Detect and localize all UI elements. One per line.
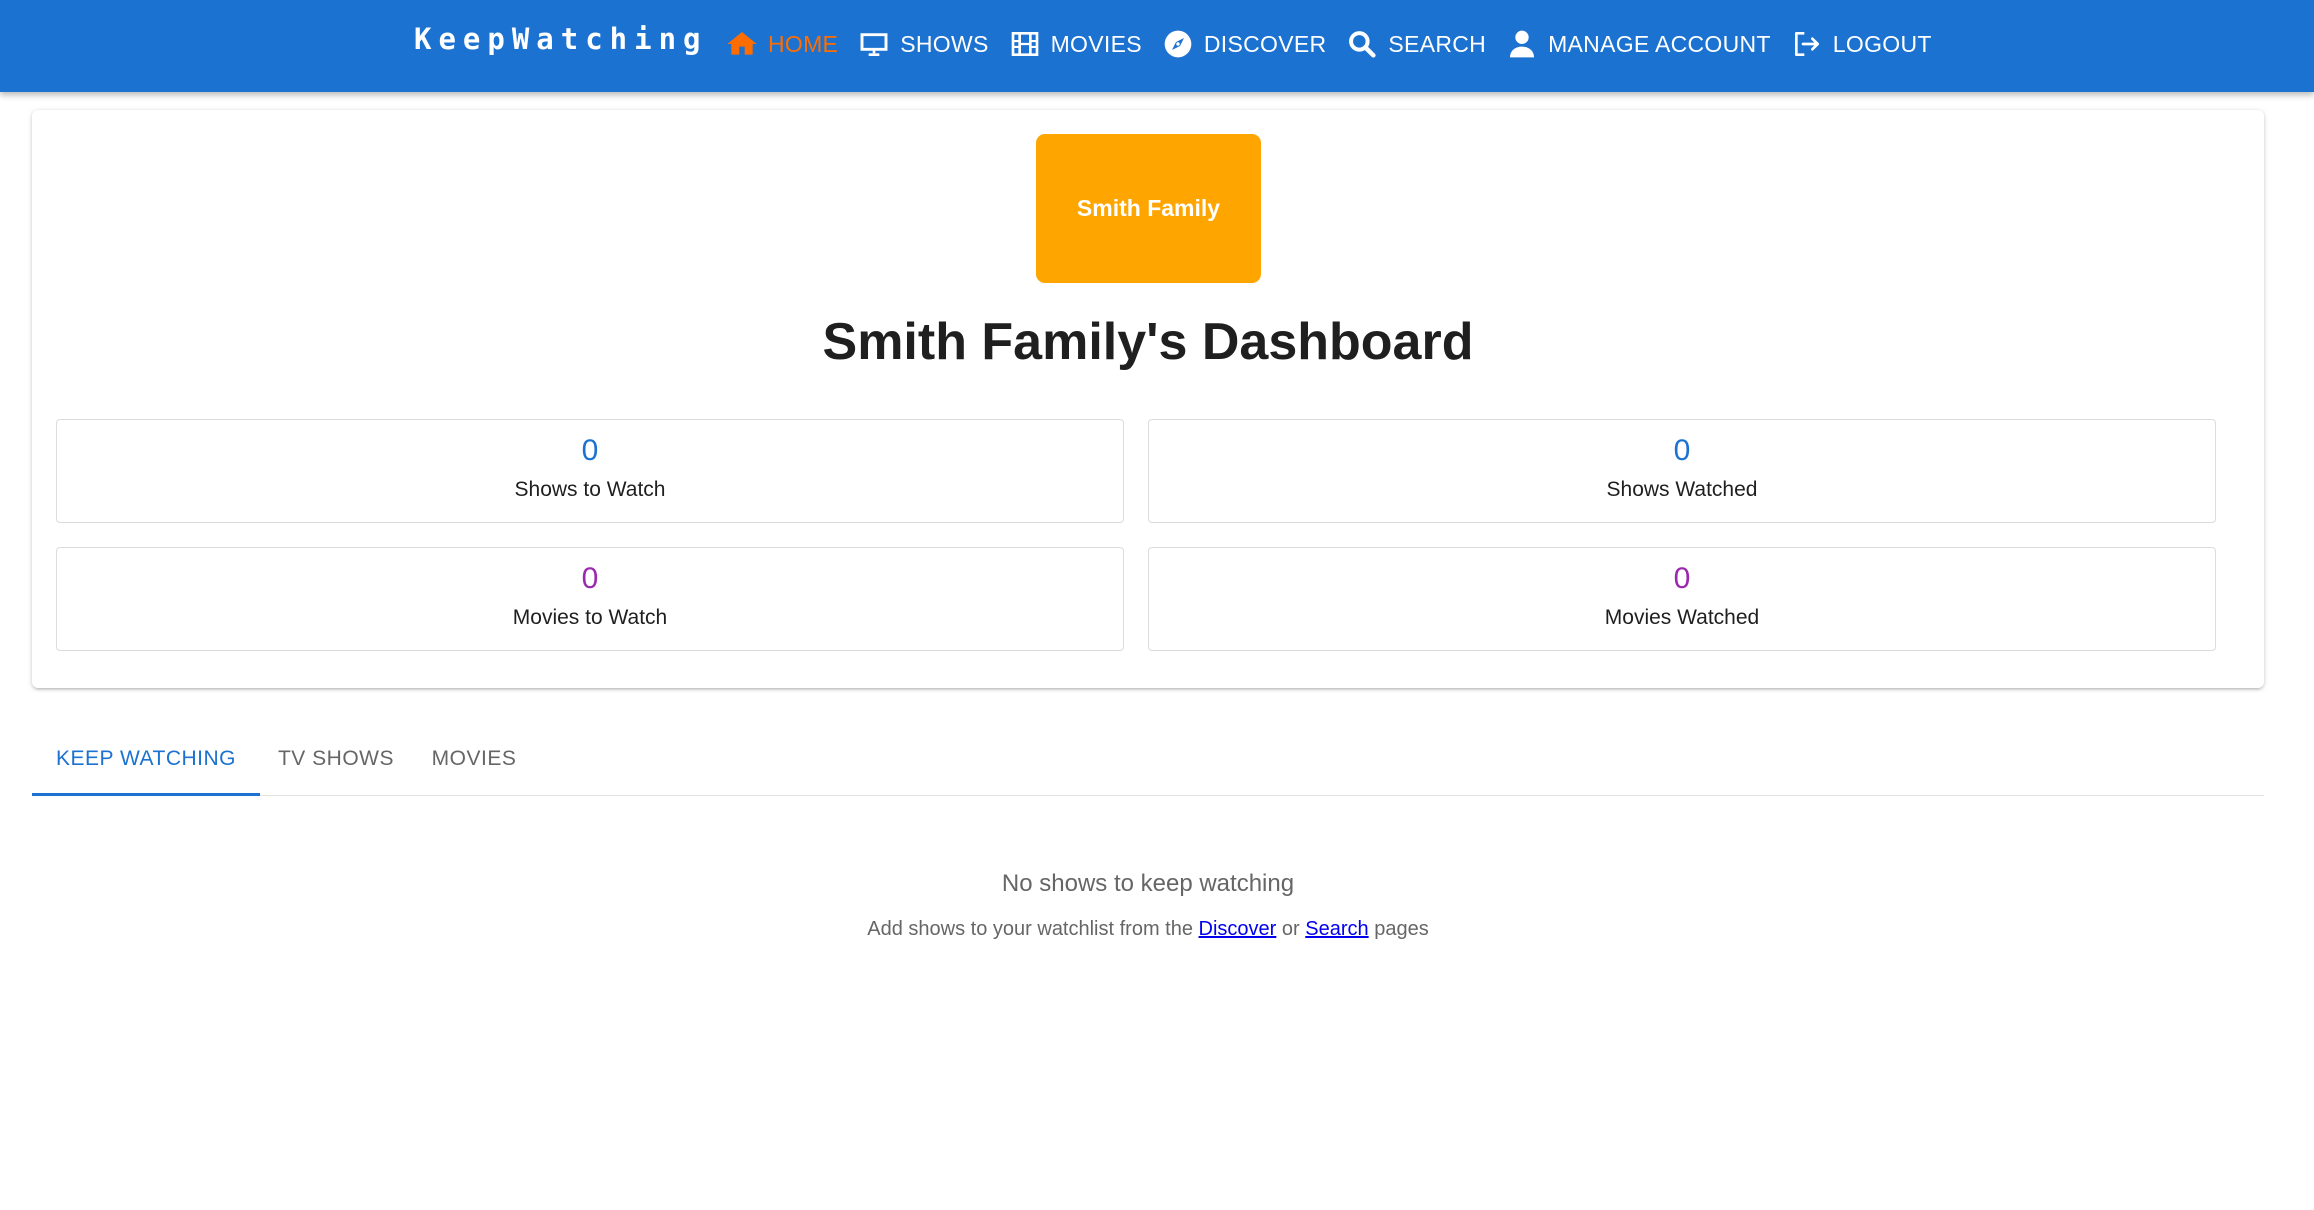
logout-icon bbox=[1791, 28, 1823, 60]
tab-movies[interactable]: MOVIES bbox=[412, 728, 536, 796]
tab-tv-shows[interactable]: TV SHOWS bbox=[260, 728, 412, 796]
nav-shows[interactable]: SHOWS bbox=[858, 28, 988, 60]
nav-home-label: HOME bbox=[768, 30, 839, 57]
stat-label: Movies to Watch bbox=[512, 606, 668, 629]
nav-search-label: SEARCH bbox=[1388, 30, 1487, 57]
nav-discover[interactable]: DISCOVER bbox=[1162, 28, 1327, 60]
stat-label: Shows Watched bbox=[1606, 478, 1758, 501]
compass-icon bbox=[1162, 28, 1194, 60]
tab-keep-watching[interactable]: KEEP WATCHING bbox=[32, 728, 260, 796]
stat-shows-to-watch[interactable]: 0 Shows to Watch bbox=[56, 419, 1124, 523]
search-icon bbox=[1346, 28, 1378, 60]
stat-shows-watched[interactable]: 0 Shows Watched bbox=[1148, 419, 2216, 523]
profile-name: Smith Family bbox=[1076, 195, 1221, 221]
person-icon bbox=[1506, 28, 1538, 60]
nav-home[interactable]: HOME bbox=[726, 28, 838, 60]
content-tabs: KEEP WATCHING TV SHOWS MOVIES bbox=[32, 728, 2264, 796]
main-nav: HOME SHOWS MOVIES DISCOVER SEARCH MANAGE… bbox=[726, 24, 1932, 64]
empty-state-suffix: pages bbox=[1374, 918, 1429, 940]
brand-logo[interactable]: KeepWatching bbox=[414, 22, 708, 56]
nav-logout[interactable]: LOGOUT bbox=[1791, 28, 1932, 60]
tv-icon bbox=[858, 28, 890, 60]
stat-value: 0 bbox=[1673, 434, 1691, 467]
nav-movies[interactable]: MOVIES bbox=[1009, 28, 1142, 60]
page-title: Smith Family's Dashboard bbox=[822, 313, 1474, 371]
nav-movies-label: MOVIES bbox=[1050, 30, 1142, 57]
app-bar: KeepWatching HOME SHOWS MOVIES DISCOVER bbox=[0, 0, 2314, 92]
nav-search[interactable]: SEARCH bbox=[1346, 28, 1486, 60]
empty-state-message: Add shows to your watchlist from the Dis… bbox=[0, 918, 2296, 941]
stat-value: 0 bbox=[581, 562, 599, 595]
search-link[interactable]: Search bbox=[1305, 918, 1368, 940]
stat-movies-watched[interactable]: 0 Movies Watched bbox=[1148, 547, 2216, 651]
stat-label: Movies Watched bbox=[1604, 606, 1760, 629]
stat-value: 0 bbox=[581, 434, 599, 467]
nav-logout-label: LOGOUT bbox=[1832, 30, 1932, 57]
home-icon bbox=[726, 28, 758, 60]
stat-movies-to-watch[interactable]: 0 Movies to Watch bbox=[56, 547, 1124, 651]
stat-label: Shows to Watch bbox=[514, 478, 666, 501]
dashboard-card: Smith Family Smith Family's Dashboard 0 … bbox=[32, 110, 2264, 688]
discover-link[interactable]: Discover bbox=[1199, 918, 1277, 940]
nav-discover-label: DISCOVER bbox=[1203, 30, 1327, 57]
film-icon bbox=[1009, 28, 1041, 60]
empty-state-prefix: Add shows to your watchlist from the bbox=[867, 918, 1193, 940]
profile-avatar[interactable]: Smith Family bbox=[1036, 134, 1261, 283]
empty-state-middle: or bbox=[1281, 918, 1300, 940]
nav-shows-label: SHOWS bbox=[900, 30, 989, 57]
nav-manage-account[interactable]: MANAGE ACCOUNT bbox=[1506, 28, 1771, 60]
empty-state-title: No shows to keep watching bbox=[1001, 870, 1295, 897]
stat-value: 0 bbox=[1673, 562, 1691, 595]
nav-manage-account-label: MANAGE ACCOUNT bbox=[1548, 30, 1771, 57]
